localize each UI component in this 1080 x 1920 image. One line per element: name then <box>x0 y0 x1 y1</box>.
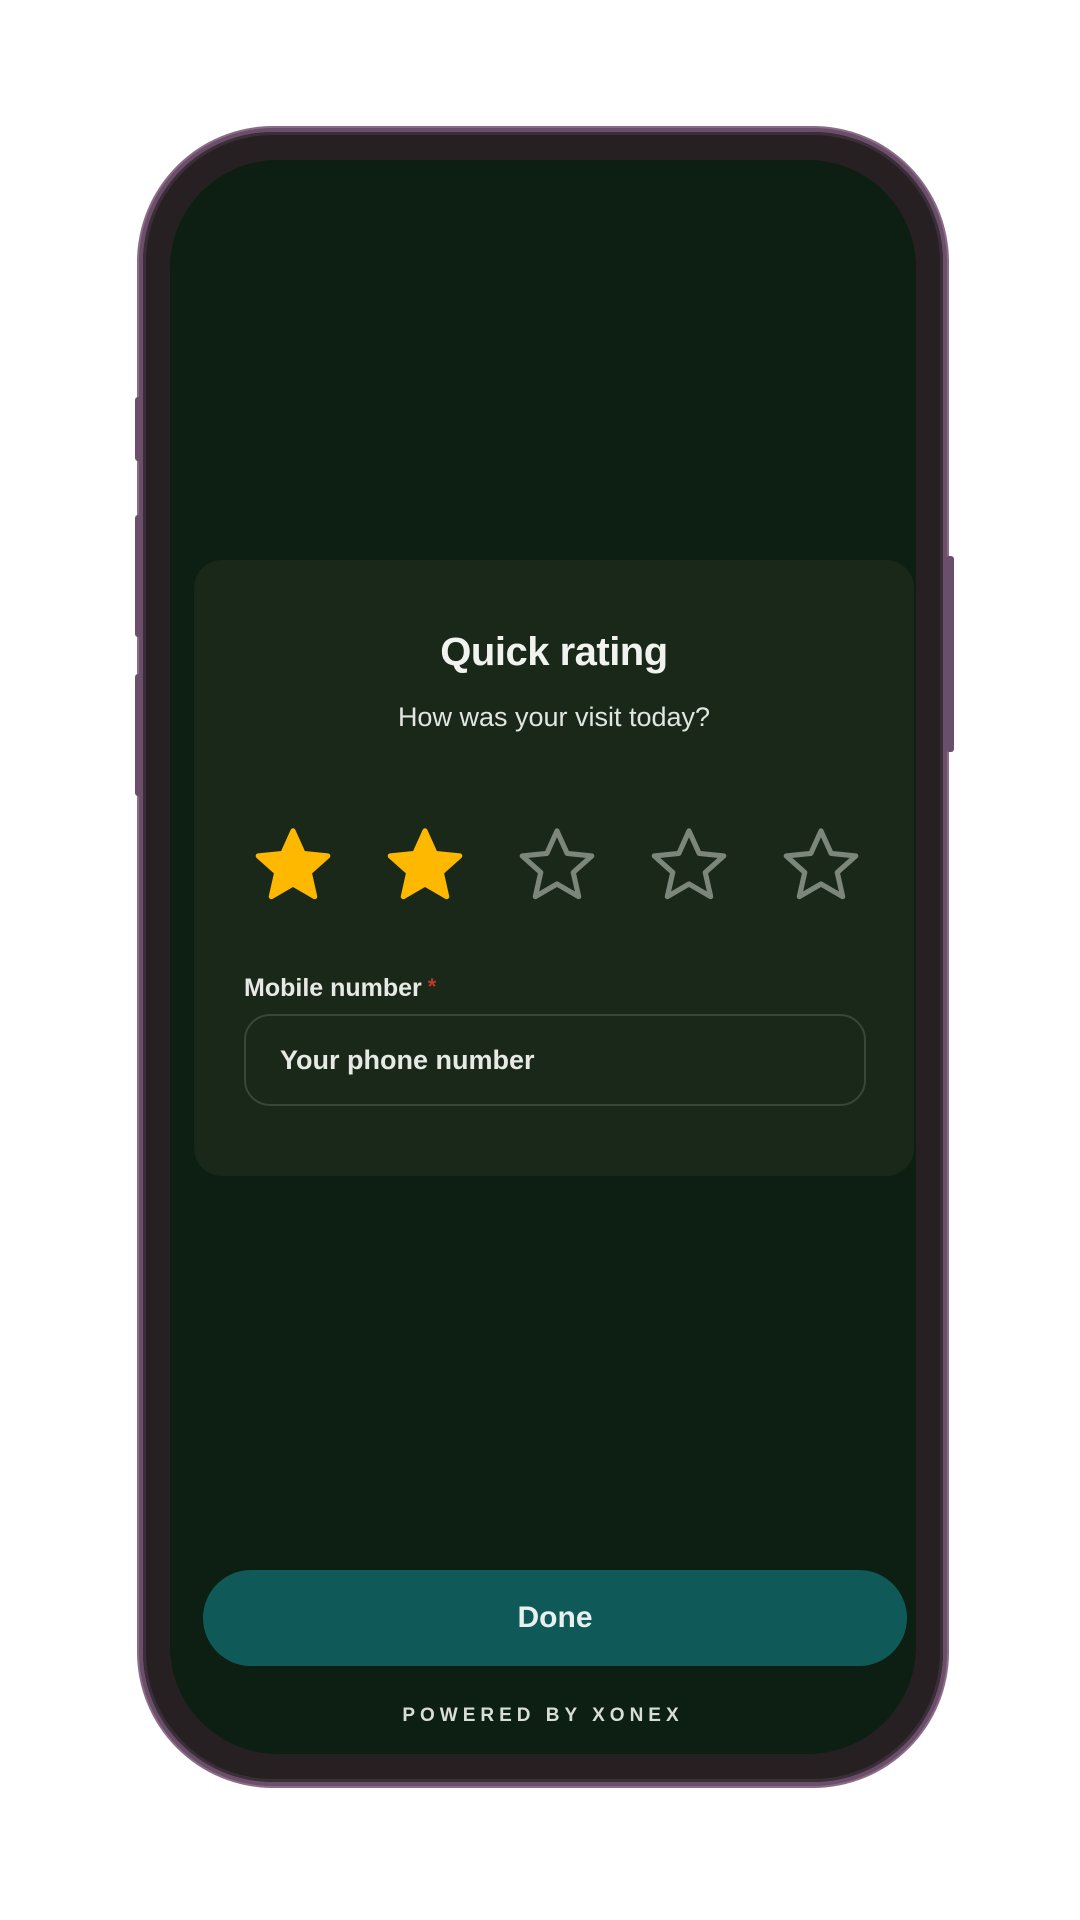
card-title: Quick rating <box>440 630 668 674</box>
mobile-number-label-text: Mobile number <box>244 974 422 1002</box>
star-filled-icon <box>255 828 331 900</box>
mobile-number-label: Mobile number * <box>244 974 436 1003</box>
phone-screen: Quick rating How was your visit today? M… <box>170 160 916 1754</box>
card-subtitle: How was your visit today? <box>397 702 711 732</box>
side-button-volume-down <box>135 674 143 796</box>
star-5[interactable] <box>778 824 864 910</box>
star-filled-icon <box>387 828 463 900</box>
required-marker: * <box>427 974 437 999</box>
star-outline-icon <box>783 828 859 900</box>
star-3[interactable] <box>514 824 600 910</box>
done-button[interactable]: Done <box>203 1570 907 1666</box>
star-outline-icon <box>519 828 595 900</box>
star-2[interactable] <box>382 824 468 910</box>
powered-by-footer: POWERED BY XONEX <box>402 1705 684 1726</box>
star-rating <box>250 824 862 910</box>
phone-number-input[interactable] <box>244 1014 866 1106</box>
star-4[interactable] <box>646 824 732 910</box>
side-button-power <box>946 556 954 752</box>
side-button-mute <box>135 397 143 461</box>
star-outline-icon <box>651 828 727 900</box>
side-button-volume-up <box>135 515 143 637</box>
star-1[interactable] <box>250 824 336 910</box>
rating-card: Quick rating How was your visit today? M… <box>194 560 914 1176</box>
